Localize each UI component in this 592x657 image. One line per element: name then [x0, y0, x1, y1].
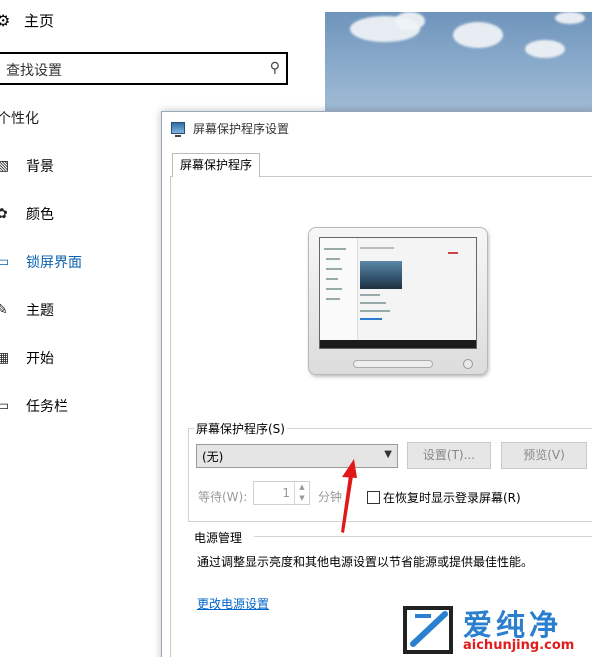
taskbar-icon: ▭ [0, 398, 10, 414]
wait-minutes-stepper[interactable]: 1 ▲ ▼ [253, 481, 310, 505]
sidebar-item-label: 锁屏界面 [26, 255, 82, 271]
watermark-logo-icon [403, 606, 453, 654]
sidebar-item-lock-screen[interactable]: ▭ 锁屏界面 [0, 252, 82, 272]
red-arrow-annotation [341, 459, 357, 533]
sidebar-item-label: 任务栏 [26, 399, 68, 415]
power-description: 通过调整显示亮度和其他电源设置以节省能源或提供最佳性能。 [197, 555, 534, 569]
resume-logon-checkbox[interactable] [367, 491, 380, 504]
settings-button[interactable]: 设置(T)... [407, 442, 491, 469]
home-label: 主页 [24, 12, 55, 30]
sidebar-item-start[interactable]: ▦ 开始 [0, 348, 54, 368]
sidebar-item-label: 颜色 [26, 207, 54, 223]
sidebar-item-background[interactable]: ▧ 背景 [0, 156, 54, 176]
monitor-preview [308, 227, 488, 375]
sidebar-item-themes[interactable]: ✎ 主题 [0, 300, 54, 320]
spin-up-icon[interactable]: ▲ [294, 482, 309, 493]
screensaver-select[interactable]: (无) ▼ [196, 444, 398, 468]
watermark: 爱纯净 aichunjing.com [401, 604, 592, 657]
start-grid-icon: ▦ [0, 350, 10, 366]
lock-screen-preview-image [325, 12, 592, 115]
chevron-down-icon: ▼ [384, 449, 392, 460]
spin-down-icon[interactable]: ▼ [294, 493, 309, 504]
search-placeholder: 查找设置 [6, 63, 62, 79]
gear-icon: ⚙ [0, 10, 11, 30]
search-icon: ⚲ [269, 60, 280, 76]
watermark-url: aichunjing.com [463, 638, 575, 653]
tab-screensaver[interactable]: 屏幕保护程序 [172, 153, 261, 177]
sidebar-item-label: 背景 [26, 159, 54, 175]
search-input[interactable]: 查找设置 ⚲ [0, 52, 288, 85]
dialog-title: 屏幕保护程序设置 [193, 121, 290, 136]
change-power-settings-link[interactable]: 更改电源设置 [197, 595, 269, 612]
screensaver-selected-value: (无) [202, 450, 224, 464]
resume-logon-label[interactable]: 在恢复时显示登录屏幕(R) [383, 489, 521, 506]
monitor-app-icon [171, 122, 185, 137]
sidebar-item-taskbar[interactable]: ▭ 任务栏 [0, 396, 68, 416]
preview-screen [319, 237, 477, 349]
power-divider [254, 536, 592, 537]
power-management-title: 电源管理 [194, 531, 243, 545]
screensaver-dialog: 屏幕保护程序设置 屏幕保护程序 屏幕保护程序(S) (无) ▼ 设置(T)...… [161, 111, 592, 657]
monitor-power-knob [463, 359, 473, 369]
tab-panel [170, 176, 592, 657]
screensaver-group-label: 屏幕保护程序(S) [194, 420, 287, 437]
home-nav-item[interactable]: ⚙ 主页 [0, 10, 54, 31]
wait-label: 等待(W): [198, 490, 248, 504]
dialog-titlebar[interactable]: 屏幕保护程序设置 [162, 112, 592, 144]
picture-icon: ▧ [0, 158, 10, 174]
theme-brush-icon: ✎ [0, 302, 8, 318]
preview-button[interactable]: 预览(V) [501, 442, 587, 469]
sidebar-item-label: 开始 [26, 351, 54, 367]
section-title: 个性化 [0, 111, 39, 127]
palette-icon: ✿ [0, 206, 8, 222]
tab-strip: 屏幕保护程序 [162, 144, 592, 177]
preview-taskbar [320, 340, 476, 348]
sidebar-item-label: 主题 [26, 303, 54, 319]
sidebar-item-colors[interactable]: ✿ 颜色 [0, 204, 54, 224]
preview-wallpaper-thumbnail [360, 261, 402, 289]
wait-minutes-value: 1 [282, 486, 290, 500]
lock-screen-icon: ▭ [0, 254, 10, 270]
